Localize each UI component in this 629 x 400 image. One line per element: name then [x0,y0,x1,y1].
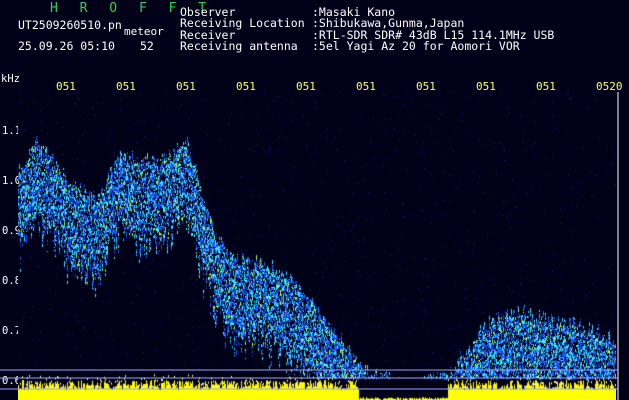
spectrogram-guides [0,92,619,400]
hrofft-screen: H R O F F T UT2509260510.pn meteor 25.09… [0,0,629,400]
